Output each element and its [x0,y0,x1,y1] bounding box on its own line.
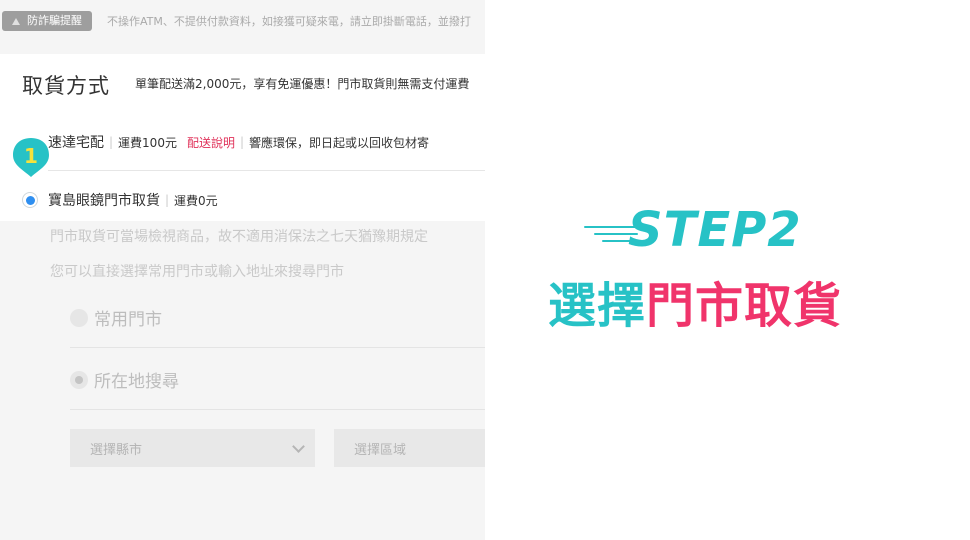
separator: | [109,135,114,149]
step-heading: STEP2 選擇門市取貨 [540,200,920,340]
common-store-option[interactable]: 常用門市 [70,305,162,330]
divider [70,347,485,348]
common-store-label: 常用門市 [94,310,162,330]
common-store-radio[interactable] [70,308,88,327]
location-search-option[interactable]: 所在地搜尋 [70,367,179,392]
separator: | [239,135,245,149]
store-pickup-note-2: 您可以直接選擇常用門市或輸入地址來搜尋門市 [50,264,344,280]
fraud-alert-badge-label: 防詐騙提醒 [27,14,82,27]
delivery-option-home-note: 響應環保，即日起或以回收包材寄 [249,135,430,150]
fraud-alert-badge[interactable]: 防詐騙提醒 [2,11,92,31]
delivery-option-home-label: 速達宅配 [48,135,104,151]
delivery-option-home[interactable]: 速達宅配 | 運費100元 配送說明 | 響應環保，即日起或以回收包材寄 [48,132,485,152]
city-select-placeholder: 選擇縣市 [90,442,143,458]
location-search-label: 所在地搜尋 [94,372,179,392]
district-select[interactable]: 選擇區域 [334,429,485,467]
city-select[interactable]: 選擇縣市 [70,429,315,467]
location-search-radio[interactable] [70,370,88,389]
step-title: 選擇門市取貨 [548,266,842,336]
option-divider [48,170,485,171]
step-title-part2: 門市取貨 [646,278,843,334]
step-marker-icon: 1 [13,138,49,177]
checkout-panel: 防詐騙提醒 不操作ATM、不提供付款資料，如接獲可疑來電，請立即掛斷電話，並撥打… [0,0,485,540]
delivery-option-store-fee: 運費0元 [174,193,218,208]
radio-selected-dot [25,195,35,205]
shipping-promo-text: 單筆配送滿2,000元，享有免運優惠！門市取貨則無需支付運費 [135,77,470,91]
step-title-part1: 選擇 [548,278,647,334]
fraud-alert-text: 不操作ATM、不提供付款資料，如接獲可疑來電，請立即掛斷電話，並撥打 [107,15,471,28]
delivery-option-store[interactable]: 寶島眼鏡門市取貨 | 運費0元 [22,190,485,210]
radio-selected-dot [75,375,83,384]
step-label: STEP2 [628,202,802,258]
store-pickup-section: 門市取貨可當場檢視商品，故不適用消保法之七天猶豫期規定 您可以直接選擇常用門市或… [0,221,485,540]
warning-icon [12,17,20,25]
chevron-down-icon [292,440,305,453]
step-marker-number: 1 [24,144,38,168]
fraud-alert-bar: 防詐騙提醒 不操作ATM、不提供付款資料，如接獲可疑來電，請立即掛斷電話，並撥打 [0,0,485,52]
store-pickup-note-1: 門市取貨可當場檢視商品，故不適用消保法之七天猶豫期規定 [50,229,428,245]
store-pickup-radio[interactable] [22,192,38,208]
delivery-info-link[interactable]: 配送說明 [187,134,235,151]
district-select-placeholder: 選擇區域 [354,442,407,458]
separator: | [165,193,170,207]
delivery-method-card: 取貨方式 單筆配送滿2,000元，享有免運優惠！門市取貨則無需支付運費 速達宅配… [0,54,485,221]
divider [70,409,485,410]
delivery-method-title: 取貨方式 [22,74,110,98]
delivery-option-store-label: 寶島眼鏡門市取貨 [48,193,160,209]
delivery-option-home-fee: 運費100元 [118,135,177,150]
